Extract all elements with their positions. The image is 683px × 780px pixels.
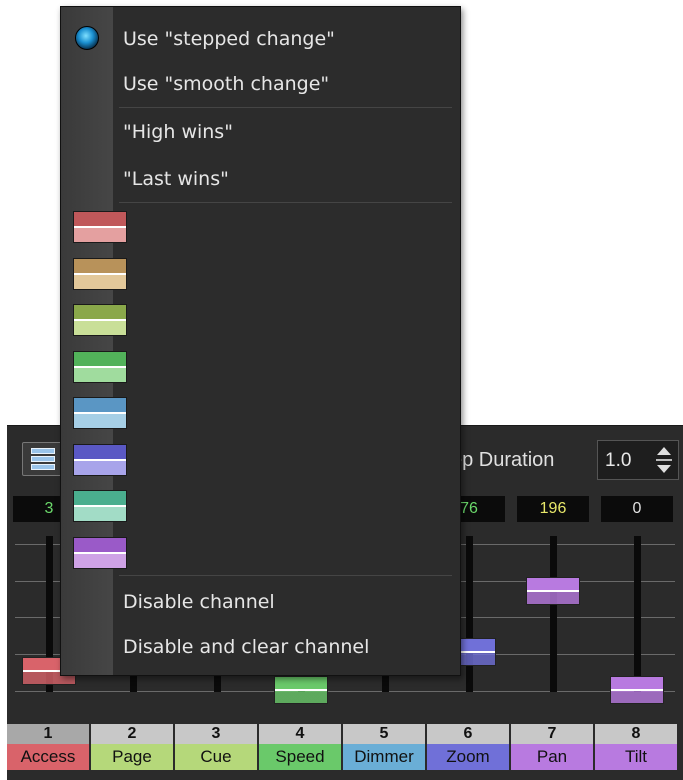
channel-value-7: 196 [517,496,589,522]
channel-number: 6 [427,724,509,744]
channel-number: 8 [595,724,677,744]
color-swatch-blue[interactable] [73,397,127,429]
fader-handle-tilt[interactable] [610,676,664,704]
color-swatch-tan[interactable] [73,257,127,290]
fader-handle-pan[interactable] [526,577,580,606]
channel-value-8: 0 [601,496,673,522]
menu-item-disable-and-clear-channel[interactable]: Disable and clear channel [123,636,369,658]
channel-number: 1 [7,724,89,744]
channel-name-speed[interactable]: Speed [259,744,341,770]
color-swatch-purple[interactable] [73,536,127,569]
spin-up-icon[interactable] [657,447,671,455]
channel-number: 4 [259,724,341,744]
channel-name-zoom[interactable]: Zoom [427,744,509,770]
channel-name-dimmer[interactable]: Dimmer [343,744,425,770]
spin-down-icon[interactable] [657,465,671,473]
menu-separator [119,202,452,203]
menu-gutter [61,7,113,675]
menu-separator [119,575,452,576]
channel-number: 2 [91,724,173,744]
channel-name-pan[interactable]: Pan [511,744,593,770]
channel-name-tilt[interactable]: Tilt [595,744,677,770]
menu-item-high-wins[interactable]: "High wins" [123,121,233,143]
channel-context-menu: Use "stepped change" Use "smooth change"… [60,6,461,676]
channel-number: 5 [343,724,425,744]
menu-item-smooth-change[interactable]: Use "smooth change" [123,73,329,95]
list-settings-icon[interactable] [22,442,62,476]
fader-track [550,536,557,692]
channel-name-cue[interactable]: Cue [175,744,257,770]
color-swatch-indigo[interactable] [73,443,127,476]
step-duration-value[interactable]: 1.0 [605,450,631,472]
color-swatch-olive[interactable] [73,304,127,336]
menu-item-last-wins[interactable]: "Last wins" [123,168,229,190]
channel-name-access[interactable]: Access [7,744,89,770]
fader-track [466,536,473,692]
spin-buttons[interactable] [654,445,674,475]
menu-item-stepped-change[interactable]: Use "stepped change" [123,28,335,50]
fader-handle-speed[interactable] [274,676,328,704]
channel-number: 7 [511,724,593,744]
channel-name-page[interactable]: Page [91,744,173,770]
channel-label-bar: 1 Access 2 Page 3 Cue 4 Speed 5 Dimmer 6 Zoom 7 Pan 8 T… [7,724,683,780]
color-swatch-teal[interactable] [73,490,127,522]
fader-gridline [15,691,675,692]
menu-item-disable-channel[interactable]: Disable channel [123,591,275,613]
step-duration-label: ep Duration [451,449,555,471]
color-swatch-green[interactable] [73,350,127,383]
step-duration-spinbox[interactable]: 1.0 [597,440,679,480]
channel-number: 3 [175,724,257,744]
selected-radio-icon [75,26,99,50]
menu-separator [119,107,452,108]
fader-track [634,536,641,692]
color-swatch-red[interactable] [73,211,127,243]
